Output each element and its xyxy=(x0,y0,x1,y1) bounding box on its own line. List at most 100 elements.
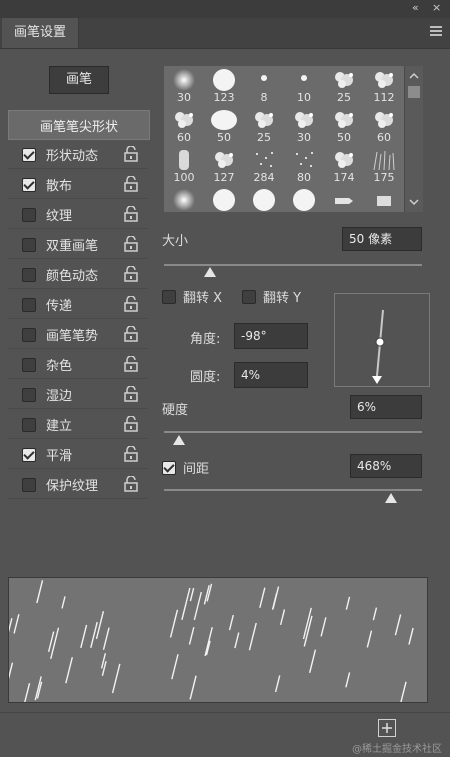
spacing-slider-track[interactable] xyxy=(164,489,422,491)
lock-icon[interactable] xyxy=(124,355,138,372)
brush-tip-size: 50 xyxy=(217,131,231,144)
angle-roundness-widget[interactable] xyxy=(334,293,430,387)
brush-tip[interactable]: 127 xyxy=(204,146,244,186)
option-row[interactable]: 双重画笔 xyxy=(8,230,148,259)
lock-icon[interactable] xyxy=(124,295,138,312)
brush-tip[interactable]: 80 xyxy=(284,146,324,186)
hardness-field[interactable]: 6% xyxy=(350,395,422,419)
lock-icon[interactable] xyxy=(124,205,138,222)
rain-stroke xyxy=(90,621,98,648)
option-brush-tip-shape[interactable]: 画笔笔尖形状 xyxy=(8,110,150,140)
flip-x-label: 翻转 X xyxy=(183,291,223,306)
option-row[interactable]: 画笔笔势 xyxy=(8,320,148,349)
brush-tip[interactable]: 175 xyxy=(364,146,404,186)
hardness-slider-thumb[interactable] xyxy=(173,435,186,445)
hardness-slider-track[interactable] xyxy=(164,431,422,433)
brush-tip-size: 50 xyxy=(337,131,351,144)
option-row[interactable]: 保护纹理 xyxy=(8,470,148,499)
option-checkbox[interactable] xyxy=(22,208,36,222)
brush-tip[interactable]: 100 xyxy=(164,146,204,186)
brush-tip[interactable]: 10 xyxy=(284,66,324,106)
angle-label: 角度: xyxy=(190,332,221,347)
brush-tip[interactable]: 112 xyxy=(364,66,404,106)
brush-tip[interactable]: 60 xyxy=(164,106,204,146)
close-icon[interactable]: × xyxy=(432,1,441,14)
lock-icon[interactable] xyxy=(124,415,138,432)
brush-tip[interactable]: 25 xyxy=(244,106,284,146)
flip-y-checkbox[interactable] xyxy=(242,290,256,304)
option-checkbox[interactable] xyxy=(22,478,36,492)
spacing-field[interactable]: 468% xyxy=(350,454,422,478)
brush-tip[interactable]: 30 xyxy=(284,106,324,146)
spacing-checkbox[interactable] xyxy=(162,461,176,475)
brush-tip-size: 174 xyxy=(333,171,355,184)
lock-icon[interactable] xyxy=(124,475,138,492)
rain-stroke xyxy=(408,627,414,645)
flip-x-checkbox[interactable] xyxy=(162,290,176,304)
brush-tip[interactable]: 25 xyxy=(364,186,404,212)
brush-tip[interactable]: 123 xyxy=(204,66,244,106)
option-checkbox[interactable] xyxy=(22,238,36,252)
brush-tip[interactable]: 306 xyxy=(164,186,204,212)
option-row[interactable]: 传递 xyxy=(8,290,148,319)
option-checkbox[interactable] xyxy=(22,418,36,432)
option-row[interactable]: 杂色 xyxy=(8,350,148,379)
lock-icon[interactable] xyxy=(124,175,138,192)
option-checkbox[interactable] xyxy=(22,358,36,372)
lock-icon[interactable] xyxy=(124,445,138,462)
option-checkbox[interactable] xyxy=(22,178,36,192)
rain-stroke xyxy=(320,617,327,637)
option-label: 纹理 xyxy=(46,209,73,224)
option-row[interactable]: 散布 xyxy=(8,170,148,199)
rain-stroke xyxy=(228,614,234,631)
brush-tip[interactable]: 60 xyxy=(364,106,404,146)
brush-tip[interactable]: 174 xyxy=(324,146,364,186)
brush-tip[interactable]: 50 xyxy=(204,106,244,146)
option-row[interactable]: 颜色动态 xyxy=(8,260,148,289)
collapse-icon[interactable]: « xyxy=(412,1,419,14)
brush-tip[interactable]: 30 xyxy=(164,66,204,106)
brush-tip[interactable]: 50 xyxy=(244,186,284,212)
option-checkbox[interactable] xyxy=(22,148,36,162)
size-field[interactable]: 50 像素 xyxy=(342,227,422,251)
brush-tip[interactable]: 25 xyxy=(324,186,364,212)
brush-grid-scrollbar[interactable] xyxy=(404,66,423,212)
rain-stroke xyxy=(181,587,191,620)
option-checkbox[interactable] xyxy=(22,448,36,462)
size-slider-track[interactable] xyxy=(164,264,422,266)
tab-brush-settings[interactable]: 画笔设置 xyxy=(2,18,79,48)
lock-icon[interactable] xyxy=(124,235,138,252)
option-row[interactable]: 平滑 xyxy=(8,440,148,469)
brush-tip[interactable]: 284 xyxy=(244,146,284,186)
brush-tip[interactable]: 8 xyxy=(244,66,284,106)
brush-tip[interactable]: 50 xyxy=(284,186,324,212)
option-checkbox[interactable] xyxy=(22,388,36,402)
brush-tip[interactable]: 25 xyxy=(324,66,364,106)
angle-field[interactable]: -98° xyxy=(234,323,308,349)
lock-icon[interactable] xyxy=(124,265,138,282)
rain-stroke xyxy=(61,596,66,609)
panel-tabbar: 画笔设置 xyxy=(0,18,450,49)
add-brush-icon[interactable] xyxy=(378,719,396,737)
option-checkbox[interactable] xyxy=(22,328,36,342)
hamburger-icon[interactable] xyxy=(430,26,442,38)
spacing-slider-thumb[interactable] xyxy=(385,493,398,503)
size-slider-thumb[interactable] xyxy=(204,267,217,277)
roundness-field[interactable]: 4% xyxy=(234,362,308,388)
brushes-button[interactable]: 画笔 xyxy=(49,66,109,94)
option-row[interactable]: 建立 xyxy=(8,410,148,439)
lock-icon[interactable] xyxy=(124,325,138,342)
option-checkbox[interactable] xyxy=(22,298,36,312)
option-checkbox[interactable] xyxy=(22,268,36,282)
lock-icon[interactable] xyxy=(124,145,138,162)
spacing-label: 间距 xyxy=(183,462,210,477)
roundness-label: 圆度: xyxy=(190,370,221,385)
option-row[interactable]: 纹理 xyxy=(8,200,148,229)
lock-icon[interactable] xyxy=(124,385,138,402)
brush-tip[interactable]: 50 xyxy=(324,106,364,146)
option-row[interactable]: 形状动态 xyxy=(8,140,148,169)
brush-tip[interactable]: 50 xyxy=(204,186,244,212)
window-titlebar: « × xyxy=(0,0,450,18)
brush-tip-size: 60 xyxy=(177,131,191,144)
option-row[interactable]: 湿边 xyxy=(8,380,148,409)
